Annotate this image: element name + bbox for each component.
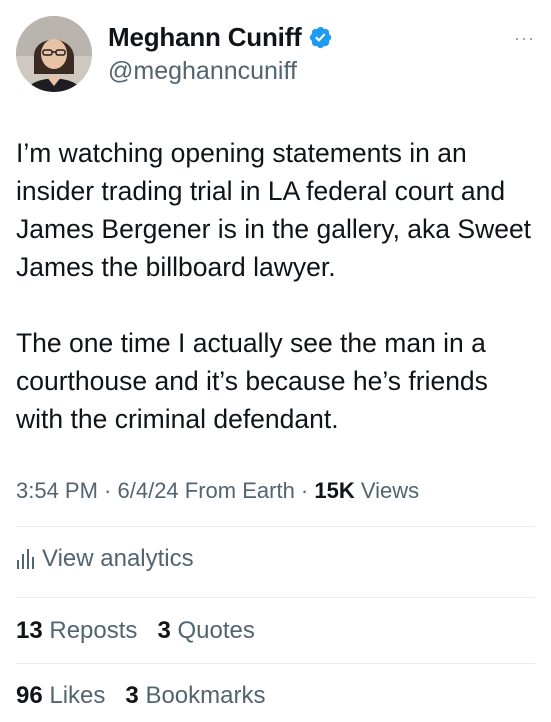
tweet-paragraph: I’m watching opening statements in an in… xyxy=(16,138,532,282)
likes-bookmarks-row: 96 Likes 3 Bookmarks xyxy=(16,682,265,710)
view-analytics-button[interactable]: View analytics xyxy=(16,545,194,573)
likes-label: Likes xyxy=(42,682,106,709)
view-analytics-label: View analytics xyxy=(42,545,194,572)
meta-separator: · xyxy=(294,478,315,503)
quotes-count: 3 xyxy=(157,617,171,644)
profile-photo xyxy=(16,16,92,92)
divider xyxy=(16,663,535,664)
tweet-text: I’m watching opening statements in an in… xyxy=(16,134,538,438)
bookmarks-link[interactable]: 3 Bookmarks xyxy=(125,682,265,709)
tweet-header: Meghann Cuniff @meghanncuniff ··· xyxy=(16,16,535,96)
tweet-paragraph: The one time I actually see the man in a… xyxy=(16,328,488,434)
repost-quote-row: 13 Reposts 3 Quotes xyxy=(16,617,255,645)
bookmarks-count: 3 xyxy=(125,682,139,709)
likes-link[interactable]: 96 Likes xyxy=(16,682,105,709)
tweet-time[interactable]: 3:54 PM xyxy=(16,478,98,503)
more-options-icon[interactable]: ··· xyxy=(514,28,535,49)
verified-badge-icon[interactable] xyxy=(308,25,333,50)
tweet-date[interactable]: 6/4/24 xyxy=(118,478,179,503)
reposts-link[interactable]: 13 Reposts xyxy=(16,617,137,644)
author-handle[interactable]: @meghanncuniff xyxy=(108,57,333,86)
views-label: Views xyxy=(354,478,420,503)
divider xyxy=(16,597,535,598)
author-names: Meghann Cuniff @meghanncuniff xyxy=(108,22,333,86)
tweet-source: From Earth xyxy=(178,478,295,503)
display-name-row: Meghann Cuniff xyxy=(108,22,333,53)
divider xyxy=(16,526,535,527)
quotes-label: Quotes xyxy=(170,617,255,644)
quotes-link[interactable]: 3 Quotes xyxy=(157,617,254,644)
display-name[interactable]: Meghann Cuniff xyxy=(108,22,302,53)
tweet-meta: 3:54 PM · 6/4/24 From Earth · 15K Views xyxy=(16,478,419,504)
avatar[interactable] xyxy=(16,16,92,92)
reposts-count: 13 xyxy=(16,617,43,644)
reposts-label: Reposts xyxy=(42,617,138,644)
views-count: 15K xyxy=(314,478,355,503)
bookmarks-label: Bookmarks xyxy=(138,682,266,709)
meta-separator: · xyxy=(97,478,118,503)
likes-count: 96 xyxy=(16,682,43,709)
bar-chart-icon xyxy=(17,549,34,569)
